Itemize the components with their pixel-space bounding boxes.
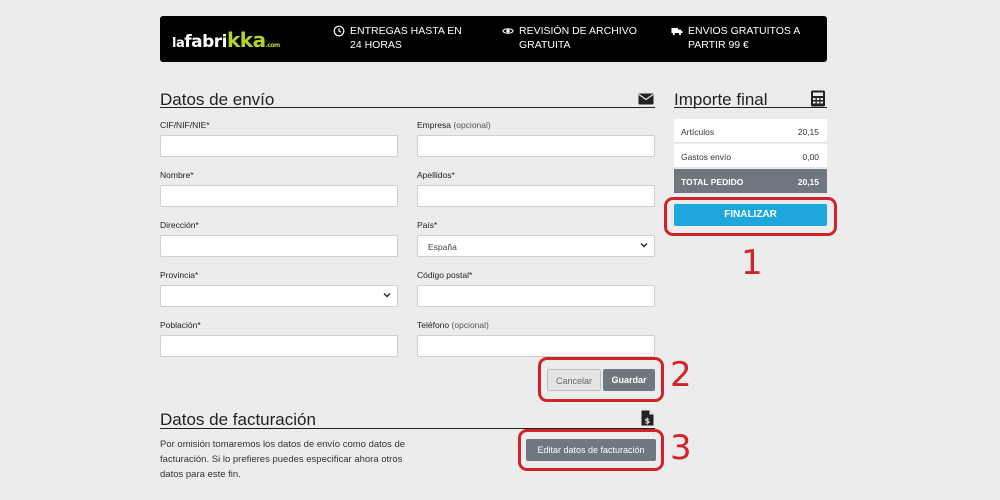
summary-row-total: TOTAL PEDIDO 20,15 [674,169,827,193]
perk-shipping: ENVIOS GRATUITOS A PARTIR 99 € [671,24,821,52]
calculator-icon [811,90,825,107]
summary-row-gastos-envio: Gastos envío 0,00 [674,144,827,168]
top-banner: lafabrikka.com ENTREGAS HASTA EN 24 HORA… [160,16,827,62]
nombre-label: Nombre* [160,170,194,180]
summary-row-articulos: Artículos 20,15 [674,119,827,143]
cif-input[interactable] [160,135,398,157]
perk-delivery: ENTREGAS HASTA EN 24 HORAS [333,24,473,52]
provincia-select[interactable] [160,285,398,307]
save-button[interactable]: Guardar [603,369,655,391]
chevron-down-icon [640,243,648,248]
perk-shipping-text: ENVIOS GRATUITOS A PARTIR 99 € [688,25,800,51]
logo[interactable]: lafabrikka.com [172,28,280,52]
perk-review: REVISIÓN DE ARCHIVO GRATUITA [502,24,637,52]
shipping-divider [160,107,655,108]
direccion-input[interactable] [160,235,398,257]
direccion-label: Dirección* [160,220,199,230]
poblacion-label: Población* [160,320,201,330]
svg-text:$: $ [645,417,651,426]
perk-review-text: REVISIÓN DE ARCHIVO GRATUITA [519,25,637,51]
cif-label: CIF/NIF/NIE* [160,120,210,130]
empresa-input[interactable] [417,135,655,157]
envelope-icon [638,93,654,105]
callout-number-1: 1 [741,243,763,283]
callout-number-3: 3 [670,428,692,468]
telefono-input[interactable] [417,335,655,357]
billing-description: Por omisión tomaremos los datos de envío… [160,439,406,480]
apellidos-input[interactable] [417,185,655,207]
clock-icon [333,25,345,37]
chevron-down-icon [383,293,391,298]
apellidos-label: Apellidos* [417,170,455,180]
pais-select[interactable]: España [417,235,655,257]
provincia-label: Provincia* [160,270,199,280]
cancel-button[interactable]: Cancelar [547,369,601,391]
summary-divider [674,107,827,108]
codigo-postal-input[interactable] [417,285,655,307]
codigo-postal-label: Código postal* [417,270,473,280]
poblacion-input[interactable] [160,335,398,357]
callout-number-2: 2 [670,355,692,395]
finalize-button[interactable]: FINALIZAR [674,204,827,226]
pais-label: País* [417,220,438,230]
edit-billing-button[interactable]: Editar datos de facturación [526,439,656,461]
telefono-label: Teléfono (opcional) [417,320,489,330]
invoice-icon: $ [641,410,654,426]
empresa-label: Empresa (opcional) [417,120,491,130]
billing-title: Datos de facturación [160,410,316,429]
truck-icon [671,28,683,36]
eye-icon [502,28,514,34]
nombre-input[interactable] [160,185,398,207]
perk-delivery-text: ENTREGAS HASTA EN 24 HORAS [350,25,462,51]
